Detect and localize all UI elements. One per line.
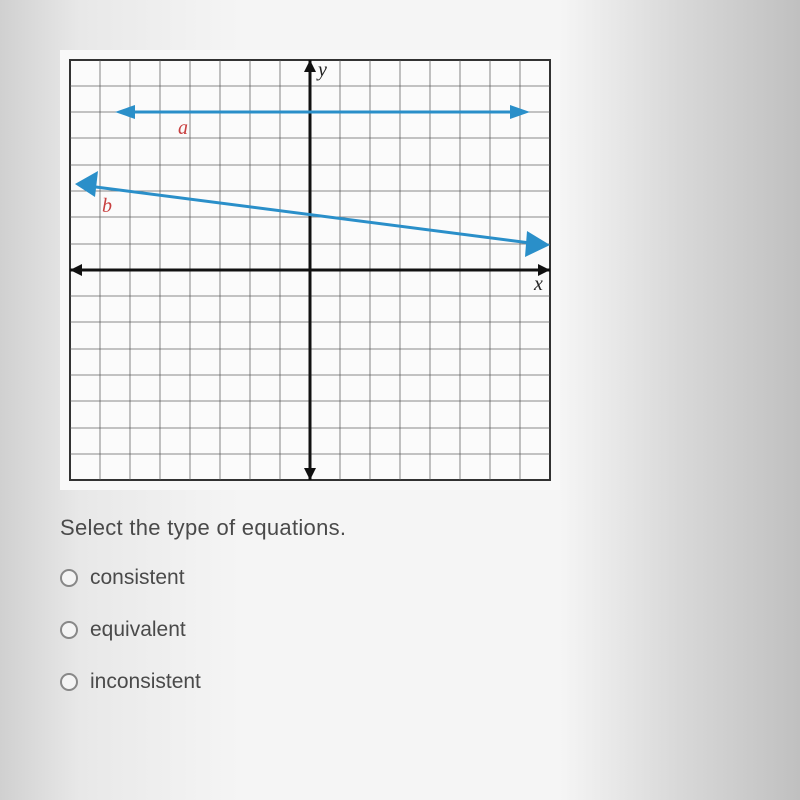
question-prompt: Select the type of equations. — [60, 515, 740, 541]
coordinate-graph: y x a b — [60, 50, 560, 490]
question-page: y x a b Select the type of equations. co… — [0, 0, 800, 800]
radio-consistent[interactable] — [60, 569, 78, 587]
option-consistent[interactable]: consistent — [60, 566, 740, 590]
option-label: inconsistent — [90, 670, 201, 694]
option-equivalent[interactable]: equivalent — [60, 618, 740, 642]
line-b-label: b — [102, 195, 112, 217]
line-a-label: a — [178, 117, 188, 139]
option-inconsistent[interactable]: inconsistent — [60, 670, 740, 694]
x-axis-label: x — [533, 273, 543, 295]
radio-inconsistent[interactable] — [60, 673, 78, 691]
option-label: equivalent — [90, 618, 186, 642]
graph-svg: y x a b — [60, 50, 560, 490]
option-label: consistent — [90, 566, 185, 590]
radio-equivalent[interactable] — [60, 621, 78, 639]
y-axis-label: y — [316, 59, 327, 81]
